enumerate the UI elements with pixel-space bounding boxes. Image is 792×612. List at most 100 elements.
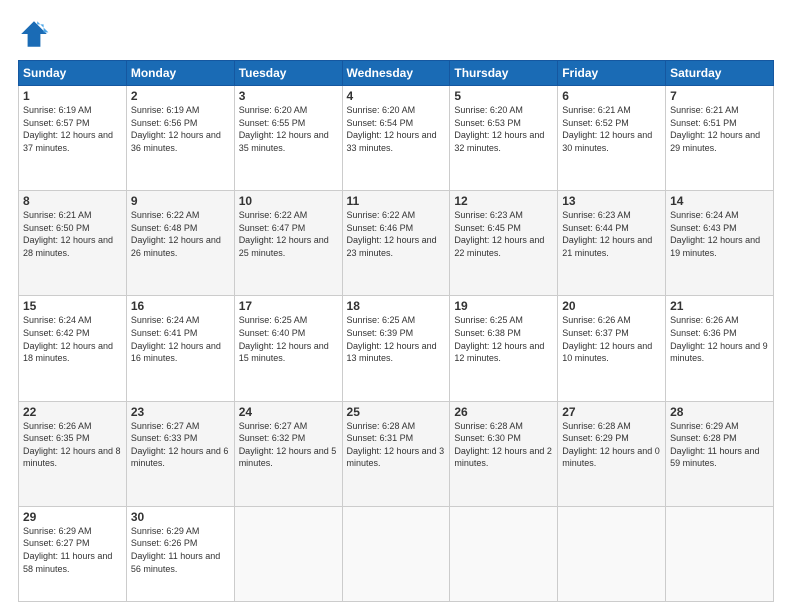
day-number: 14 — [670, 194, 769, 208]
day-header-tuesday: Tuesday — [234, 61, 342, 86]
day-number: 8 — [23, 194, 122, 208]
calendar-cell: 9Sunrise: 6:22 AMSunset: 6:48 PMDaylight… — [126, 191, 234, 296]
day-header-sunday: Sunday — [19, 61, 127, 86]
calendar-cell: 7Sunrise: 6:21 AMSunset: 6:51 PMDaylight… — [666, 86, 774, 191]
day-header-thursday: Thursday — [450, 61, 558, 86]
header — [18, 18, 774, 50]
day-number: 10 — [239, 194, 338, 208]
day-info: Sunrise: 6:21 AMSunset: 6:52 PMDaylight:… — [562, 104, 661, 154]
day-number: 7 — [670, 89, 769, 103]
day-info: Sunrise: 6:24 AMSunset: 6:41 PMDaylight:… — [131, 314, 230, 364]
calendar-cell: 11Sunrise: 6:22 AMSunset: 6:46 PMDayligh… — [342, 191, 450, 296]
calendar-cell: 18Sunrise: 6:25 AMSunset: 6:39 PMDayligh… — [342, 296, 450, 401]
day-header-saturday: Saturday — [666, 61, 774, 86]
day-info: Sunrise: 6:26 AMSunset: 6:36 PMDaylight:… — [670, 314, 769, 364]
day-info: Sunrise: 6:25 AMSunset: 6:39 PMDaylight:… — [347, 314, 446, 364]
calendar-week-row: 8Sunrise: 6:21 AMSunset: 6:50 PMDaylight… — [19, 191, 774, 296]
day-number: 27 — [562, 405, 661, 419]
day-number: 30 — [131, 510, 230, 524]
calendar-table: SundayMondayTuesdayWednesdayThursdayFrid… — [18, 60, 774, 602]
day-info: Sunrise: 6:23 AMSunset: 6:44 PMDaylight:… — [562, 209, 661, 259]
calendar-cell: 26Sunrise: 6:28 AMSunset: 6:30 PMDayligh… — [450, 401, 558, 506]
day-info: Sunrise: 6:19 AMSunset: 6:56 PMDaylight:… — [131, 104, 230, 154]
calendar-cell: 24Sunrise: 6:27 AMSunset: 6:32 PMDayligh… — [234, 401, 342, 506]
day-header-wednesday: Wednesday — [342, 61, 450, 86]
day-number: 9 — [131, 194, 230, 208]
day-number: 6 — [562, 89, 661, 103]
day-info: Sunrise: 6:22 AMSunset: 6:46 PMDaylight:… — [347, 209, 446, 259]
day-info: Sunrise: 6:27 AMSunset: 6:32 PMDaylight:… — [239, 420, 338, 470]
day-number: 11 — [347, 194, 446, 208]
calendar-cell: 14Sunrise: 6:24 AMSunset: 6:43 PMDayligh… — [666, 191, 774, 296]
calendar-cell: 16Sunrise: 6:24 AMSunset: 6:41 PMDayligh… — [126, 296, 234, 401]
logo — [18, 18, 54, 50]
day-info: Sunrise: 6:28 AMSunset: 6:29 PMDaylight:… — [562, 420, 661, 470]
calendar-cell: 25Sunrise: 6:28 AMSunset: 6:31 PMDayligh… — [342, 401, 450, 506]
logo-icon — [18, 18, 50, 50]
day-info: Sunrise: 6:20 AMSunset: 6:55 PMDaylight:… — [239, 104, 338, 154]
calendar-cell: 2Sunrise: 6:19 AMSunset: 6:56 PMDaylight… — [126, 86, 234, 191]
calendar-cell: 19Sunrise: 6:25 AMSunset: 6:38 PMDayligh… — [450, 296, 558, 401]
day-info: Sunrise: 6:24 AMSunset: 6:42 PMDaylight:… — [23, 314, 122, 364]
day-info: Sunrise: 6:24 AMSunset: 6:43 PMDaylight:… — [670, 209, 769, 259]
calendar-cell — [234, 506, 342, 601]
calendar-cell: 1Sunrise: 6:19 AMSunset: 6:57 PMDaylight… — [19, 86, 127, 191]
calendar-week-row: 1Sunrise: 6:19 AMSunset: 6:57 PMDaylight… — [19, 86, 774, 191]
day-number: 4 — [347, 89, 446, 103]
day-info: Sunrise: 6:21 AMSunset: 6:51 PMDaylight:… — [670, 104, 769, 154]
calendar-week-row: 22Sunrise: 6:26 AMSunset: 6:35 PMDayligh… — [19, 401, 774, 506]
calendar-cell: 6Sunrise: 6:21 AMSunset: 6:52 PMDaylight… — [558, 86, 666, 191]
day-number: 24 — [239, 405, 338, 419]
calendar-cell: 21Sunrise: 6:26 AMSunset: 6:36 PMDayligh… — [666, 296, 774, 401]
day-number: 12 — [454, 194, 553, 208]
day-info: Sunrise: 6:29 AMSunset: 6:28 PMDaylight:… — [670, 420, 769, 470]
calendar-cell — [558, 506, 666, 601]
day-number: 15 — [23, 299, 122, 313]
day-header-monday: Monday — [126, 61, 234, 86]
day-number: 18 — [347, 299, 446, 313]
calendar-cell: 3Sunrise: 6:20 AMSunset: 6:55 PMDaylight… — [234, 86, 342, 191]
calendar-cell: 23Sunrise: 6:27 AMSunset: 6:33 PMDayligh… — [126, 401, 234, 506]
day-info: Sunrise: 6:26 AMSunset: 6:37 PMDaylight:… — [562, 314, 661, 364]
day-info: Sunrise: 6:25 AMSunset: 6:38 PMDaylight:… — [454, 314, 553, 364]
day-number: 21 — [670, 299, 769, 313]
calendar-cell: 5Sunrise: 6:20 AMSunset: 6:53 PMDaylight… — [450, 86, 558, 191]
calendar-cell: 27Sunrise: 6:28 AMSunset: 6:29 PMDayligh… — [558, 401, 666, 506]
day-number: 20 — [562, 299, 661, 313]
day-number: 22 — [23, 405, 122, 419]
day-info: Sunrise: 6:19 AMSunset: 6:57 PMDaylight:… — [23, 104, 122, 154]
day-info: Sunrise: 6:22 AMSunset: 6:48 PMDaylight:… — [131, 209, 230, 259]
day-number: 3 — [239, 89, 338, 103]
day-info: Sunrise: 6:20 AMSunset: 6:53 PMDaylight:… — [454, 104, 553, 154]
day-number: 25 — [347, 405, 446, 419]
calendar-cell — [450, 506, 558, 601]
day-info: Sunrise: 6:23 AMSunset: 6:45 PMDaylight:… — [454, 209, 553, 259]
day-number: 29 — [23, 510, 122, 524]
calendar-cell: 13Sunrise: 6:23 AMSunset: 6:44 PMDayligh… — [558, 191, 666, 296]
day-number: 2 — [131, 89, 230, 103]
calendar-cell: 29Sunrise: 6:29 AMSunset: 6:27 PMDayligh… — [19, 506, 127, 601]
calendar-cell: 28Sunrise: 6:29 AMSunset: 6:28 PMDayligh… — [666, 401, 774, 506]
page: SundayMondayTuesdayWednesdayThursdayFrid… — [0, 0, 792, 612]
day-number: 17 — [239, 299, 338, 313]
day-number: 28 — [670, 405, 769, 419]
calendar-cell: 17Sunrise: 6:25 AMSunset: 6:40 PMDayligh… — [234, 296, 342, 401]
day-info: Sunrise: 6:22 AMSunset: 6:47 PMDaylight:… — [239, 209, 338, 259]
calendar-week-row: 15Sunrise: 6:24 AMSunset: 6:42 PMDayligh… — [19, 296, 774, 401]
day-number: 16 — [131, 299, 230, 313]
day-info: Sunrise: 6:28 AMSunset: 6:31 PMDaylight:… — [347, 420, 446, 470]
day-info: Sunrise: 6:27 AMSunset: 6:33 PMDaylight:… — [131, 420, 230, 470]
day-info: Sunrise: 6:21 AMSunset: 6:50 PMDaylight:… — [23, 209, 122, 259]
calendar-body: 1Sunrise: 6:19 AMSunset: 6:57 PMDaylight… — [19, 86, 774, 602]
calendar-cell: 4Sunrise: 6:20 AMSunset: 6:54 PMDaylight… — [342, 86, 450, 191]
calendar-header-row: SundayMondayTuesdayWednesdayThursdayFrid… — [19, 61, 774, 86]
calendar-cell: 30Sunrise: 6:29 AMSunset: 6:26 PMDayligh… — [126, 506, 234, 601]
day-info: Sunrise: 6:26 AMSunset: 6:35 PMDaylight:… — [23, 420, 122, 470]
calendar-cell: 22Sunrise: 6:26 AMSunset: 6:35 PMDayligh… — [19, 401, 127, 506]
calendar-cell: 15Sunrise: 6:24 AMSunset: 6:42 PMDayligh… — [19, 296, 127, 401]
day-number: 26 — [454, 405, 553, 419]
day-number: 23 — [131, 405, 230, 419]
calendar-cell: 12Sunrise: 6:23 AMSunset: 6:45 PMDayligh… — [450, 191, 558, 296]
calendar-cell: 8Sunrise: 6:21 AMSunset: 6:50 PMDaylight… — [19, 191, 127, 296]
day-number: 19 — [454, 299, 553, 313]
